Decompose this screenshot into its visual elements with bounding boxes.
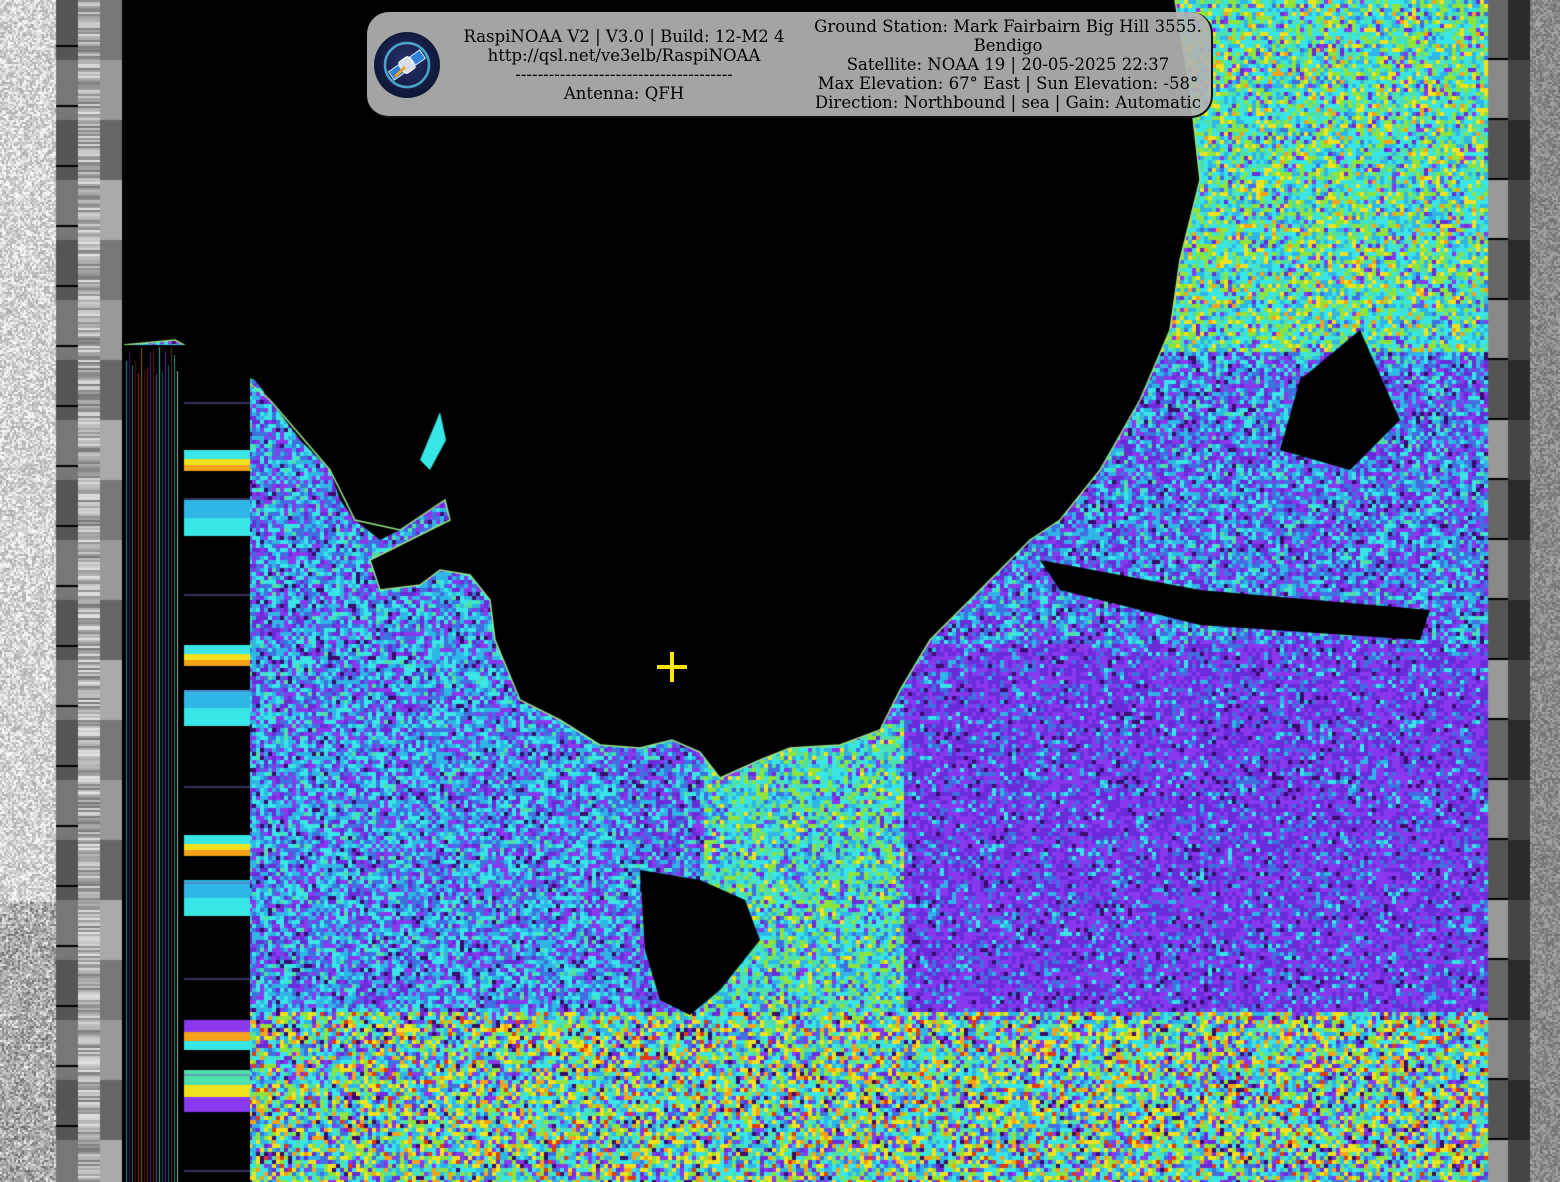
software-version: RaspiNOAA V2 | V3.0 | Build: 12-M2 4 <box>463 27 785 46</box>
direction-gain: Direction: Northbound | sea | Gain: Auto… <box>814 93 1202 112</box>
satellite-image <box>0 0 1560 1182</box>
elevation-info: Max Elevation: 67° East | Sun Elevation:… <box>817 74 1199 93</box>
pass-info: Ground Station: Mark Fairbairn Big Hill … <box>813 17 1203 112</box>
ground-station: Ground Station: Mark Fairbairn Big Hill … <box>814 17 1202 36</box>
ground-station-location: Bendigo <box>973 36 1043 55</box>
antenna-info: Antenna: QFH <box>563 84 685 103</box>
website-url: http://qsl.net/ve3elb/RaspiNOAA <box>487 46 761 65</box>
satellite-datetime: Satellite: NOAA 19 | 20-05-2025 22:37 <box>846 55 1170 74</box>
software-info: RaspiNOAA V2 | V3.0 | Build: 12-M2 4 htt… <box>459 27 789 103</box>
info-overlay: RaspiNOAA V2 | V3.0 | Build: 12-M2 4 htt… <box>367 12 1213 118</box>
separator-line: --------------------------------------- <box>515 65 733 84</box>
ground-station-crosshair-icon <box>657 652 687 682</box>
satellite-logo-icon <box>374 32 440 98</box>
